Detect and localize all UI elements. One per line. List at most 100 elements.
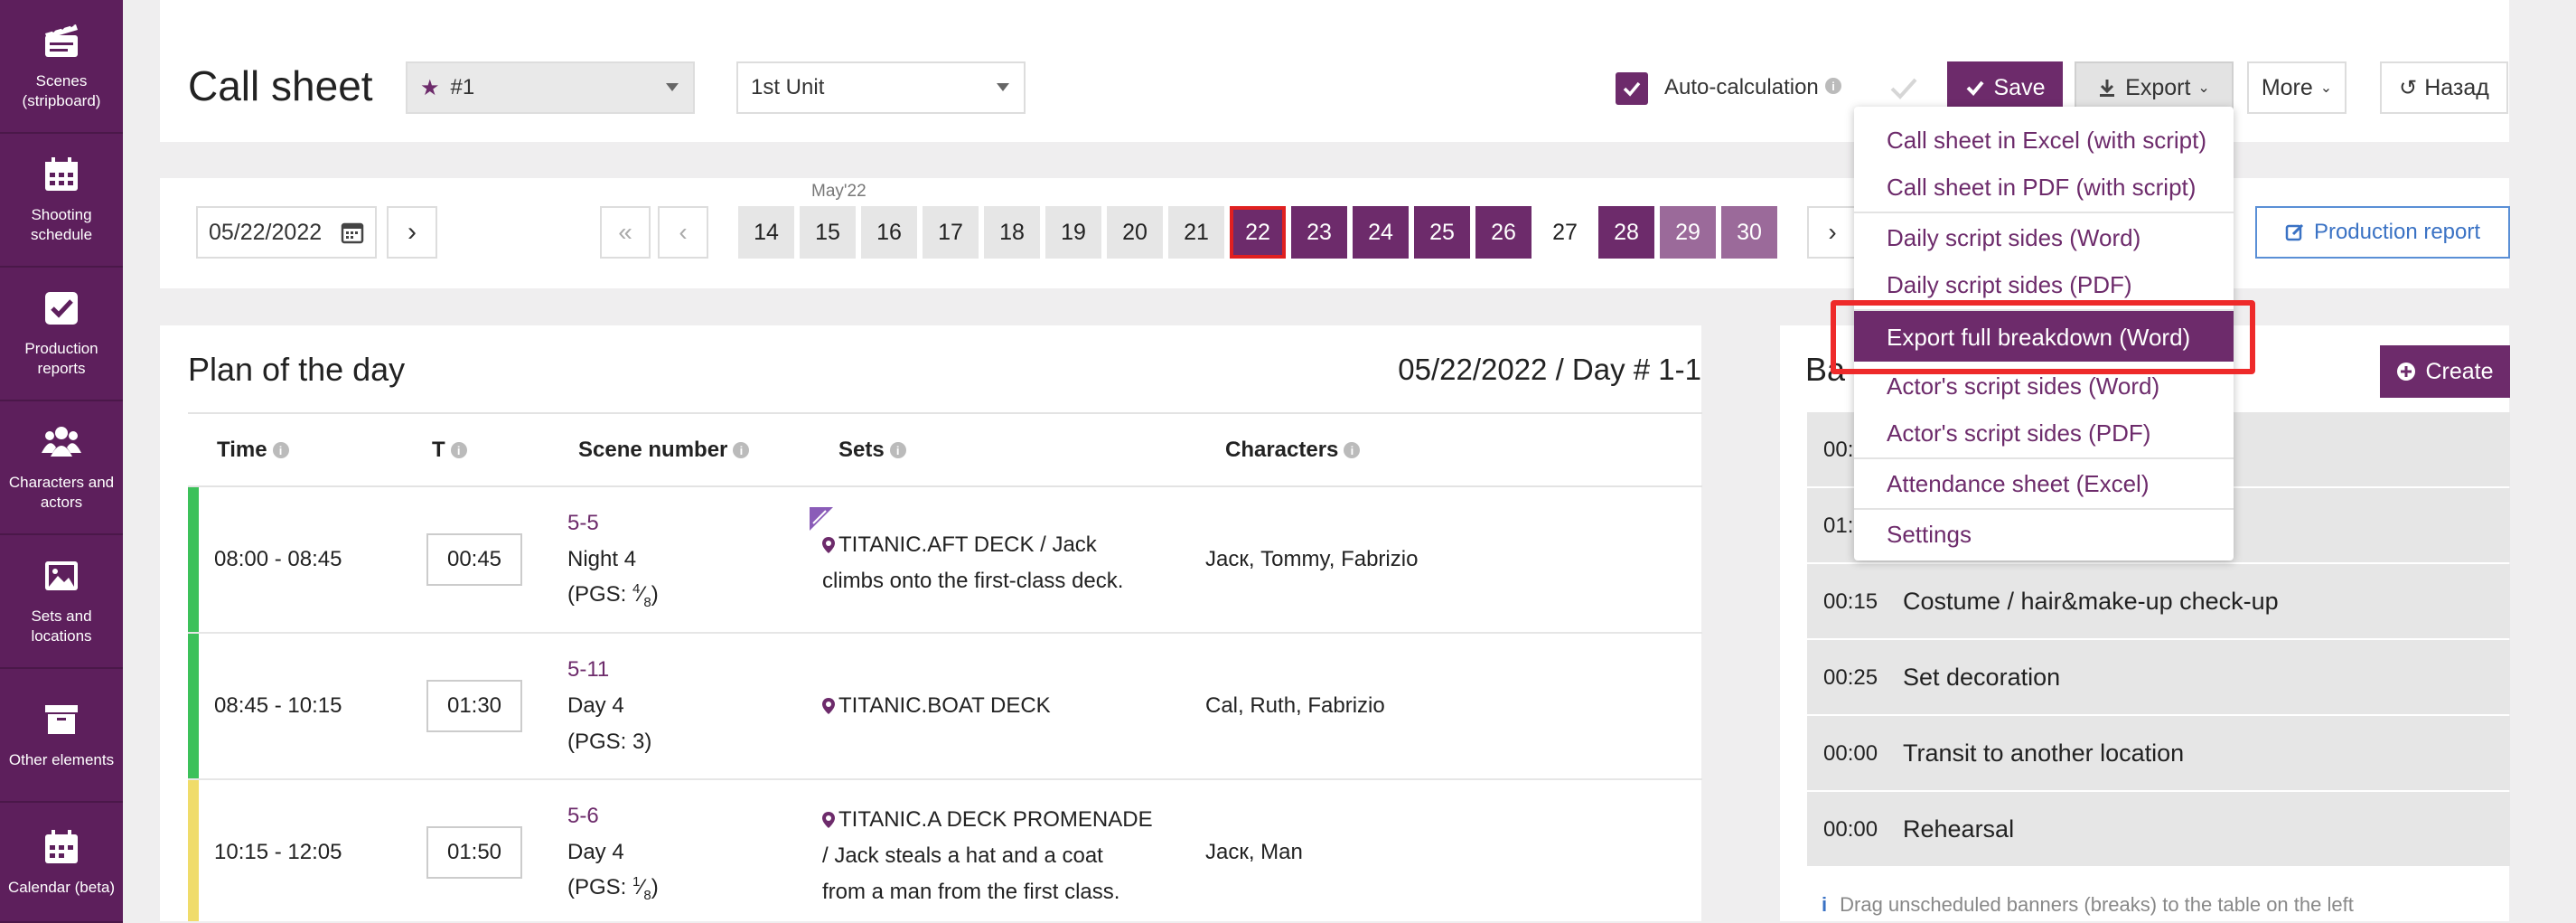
menu-item-actor-sides-pdf[interactable]: Actor's script sides (PDF): [1887, 419, 2150, 447]
set-description: TITANIC.BOAT DECK: [822, 693, 1051, 719]
duration-input[interactable]: 01:50: [426, 826, 522, 879]
plan-title: Plan of the day: [188, 351, 406, 388]
menu-item-attendance-excel[interactable]: Attendance sheet (Excel): [1887, 470, 2150, 498]
double-chevron-left-icon: «: [618, 218, 632, 246]
sidebar: Scenes (stripboard) Shooting schedule Pr…: [0, 0, 123, 923]
table-row[interactable]: 08:00 - 08:45 00:45 5-5 Night 4 (PGS: 4⁄…: [188, 487, 1702, 634]
row-time: 08:00 - 08:45: [214, 547, 342, 571]
menu-divider: [1854, 508, 2234, 510]
plus-circle-icon: [2397, 363, 2416, 381]
row-time: 10:15 - 12:05: [214, 840, 342, 864]
check-icon: [1966, 80, 1984, 96]
scene-number-link[interactable]: 5-6: [567, 804, 599, 829]
duration-input[interactable]: 01:30: [426, 680, 522, 732]
column-header-scene: Scene number i: [578, 438, 750, 463]
day-cell[interactable]: 30: [1721, 206, 1777, 259]
location-pin-icon: [822, 812, 835, 828]
characters-cell: Jacк, Tommy, Fabrizio: [1205, 547, 1419, 571]
day-cell[interactable]: 23: [1291, 206, 1347, 259]
sidebar-item-sets[interactable]: Sets and locations: [0, 535, 123, 669]
production-report-button[interactable]: Production report: [2255, 206, 2510, 259]
table-row[interactable]: 08:45 - 10:15 01:30 5-11 Day 4 (PGS: 3) …: [188, 634, 1702, 780]
save-button-label: Save: [1993, 74, 2046, 100]
menu-item-callsheet-pdf[interactable]: Call sheet in PDF (with script): [1887, 174, 2196, 202]
day-cell-selected[interactable]: 22: [1230, 206, 1286, 259]
auto-calc-label: Auto-calculation: [1664, 75, 1819, 99]
scene-pages: (PGS: 3): [567, 730, 652, 754]
day-cell[interactable]: 16: [861, 206, 917, 259]
scene-number-link[interactable]: 5-11: [567, 657, 609, 683]
day-cell[interactable]: 14: [738, 206, 794, 259]
next-page-button[interactable]: ›: [1807, 206, 1858, 259]
sidebar-item-shooting-schedule[interactable]: Shooting schedule: [0, 134, 123, 268]
day-cell[interactable]: 20: [1107, 206, 1163, 259]
duration-input[interactable]: 00:45: [426, 533, 522, 586]
day-cell[interactable]: 15: [800, 206, 856, 259]
menu-item-settings[interactable]: Settings: [1887, 521, 1972, 549]
info-icon: i: [889, 442, 906, 458]
first-page-button[interactable]: «: [600, 206, 651, 259]
menu-item-daily-sides-word[interactable]: Daily script sides (Word): [1887, 224, 2140, 252]
more-button[interactable]: More ⌄: [2247, 61, 2347, 114]
banner-duration: 01:: [1823, 513, 1854, 538]
banner-row[interactable]: 00:00 Transit to another location: [1807, 716, 2510, 790]
sidebar-item-scenes[interactable]: Scenes (stripboard): [0, 0, 123, 134]
menu-divider: [1854, 457, 2234, 459]
prev-page-button[interactable]: ‹: [658, 206, 708, 259]
banner-row[interactable]: 00:00 Rehearsal: [1807, 792, 2510, 866]
menu-item-callsheet-excel[interactable]: Call sheet in Excel (with script): [1887, 127, 2206, 155]
banner-row[interactable]: 00:25 Set decoration: [1807, 640, 2510, 714]
day-cell[interactable]: 17: [923, 206, 979, 259]
auto-calc-checkbox[interactable]: [1616, 72, 1648, 105]
column-header-label: T: [432, 438, 445, 462]
date-next-button[interactable]: ›: [387, 206, 437, 259]
users-icon: [42, 427, 81, 457]
check-icon[interactable]: [1888, 74, 1919, 101]
set-line: climbs onto the first-class deck.: [822, 569, 1124, 593]
pgs-suffix: ): [651, 582, 659, 607]
banner-duration: 00:00: [1823, 817, 1878, 842]
sidebar-item-other-elements[interactable]: Other elements: [0, 669, 123, 803]
plan-day-info: 05/22/2022 / Day # 1-1: [1398, 353, 1701, 386]
banner-duration: 00:00: [1823, 741, 1878, 766]
day-cell[interactable]: 24: [1353, 206, 1409, 259]
pgs-denominator: 8: [643, 887, 651, 903]
callsheet-select[interactable]: ★ #1: [406, 61, 695, 114]
date-input[interactable]: 05/22/2022: [196, 206, 377, 259]
day-cell[interactable]: 25: [1414, 206, 1470, 259]
banner-duration: 00:: [1823, 438, 1854, 462]
scene-number-link[interactable]: 5-5: [567, 511, 599, 536]
menu-item-actor-sides-word[interactable]: Actor's script sides (Word): [1887, 372, 2159, 400]
day-cell[interactable]: 28: [1598, 206, 1654, 259]
pgs-denominator: 8: [643, 594, 651, 610]
day-cell[interactable]: 18: [984, 206, 1040, 259]
day-cell[interactable]: 29: [1660, 206, 1716, 259]
sidebar-item-label: Sets and locations: [31, 607, 92, 645]
banner-duration: 00:15: [1823, 589, 1878, 614]
column-header-label: Time: [217, 438, 267, 462]
sidebar-item-characters[interactable]: Characters and actors: [0, 401, 123, 535]
sidebar-item-calendar[interactable]: Calendar (beta): [0, 803, 123, 923]
checkbox-icon: [45, 292, 78, 325]
day-cell[interactable]: 19: [1045, 206, 1101, 259]
status-bar: [188, 780, 199, 921]
status-bar: [188, 487, 199, 632]
info-icon: i: [272, 442, 289, 458]
back-button[interactable]: ↺ Назад: [2380, 61, 2508, 114]
day-cell[interactable]: 26: [1475, 206, 1532, 259]
unit-select[interactable]: 1st Unit: [736, 61, 1026, 114]
sidebar-item-production-reports[interactable]: Production reports: [0, 268, 123, 401]
day-cell[interactable]: 27: [1537, 206, 1593, 259]
calendar-icon[interactable]: [341, 221, 364, 244]
create-button[interactable]: Create: [2380, 345, 2510, 398]
sidebar-item-label: Shooting schedule: [30, 206, 93, 243]
day-cell[interactable]: 21: [1168, 206, 1224, 259]
menu-divider: [1854, 212, 2234, 213]
table-row[interactable]: 10:15 - 12:05 01:50 5-6 Day 4 (PGS: 1⁄8)…: [188, 780, 1702, 921]
set-line: TITANIC.BOAT DECK: [838, 693, 1051, 718]
banner-row[interactable]: 00:15 Costume / hair&make-up check-up: [1807, 564, 2510, 638]
star-icon: ★: [420, 75, 440, 100]
menu-item-daily-sides-pdf[interactable]: Daily script sides (PDF): [1887, 271, 2132, 299]
image-icon: [45, 561, 78, 590]
hint-text: Drag unscheduled banners (breaks) to the…: [1840, 893, 2354, 916]
